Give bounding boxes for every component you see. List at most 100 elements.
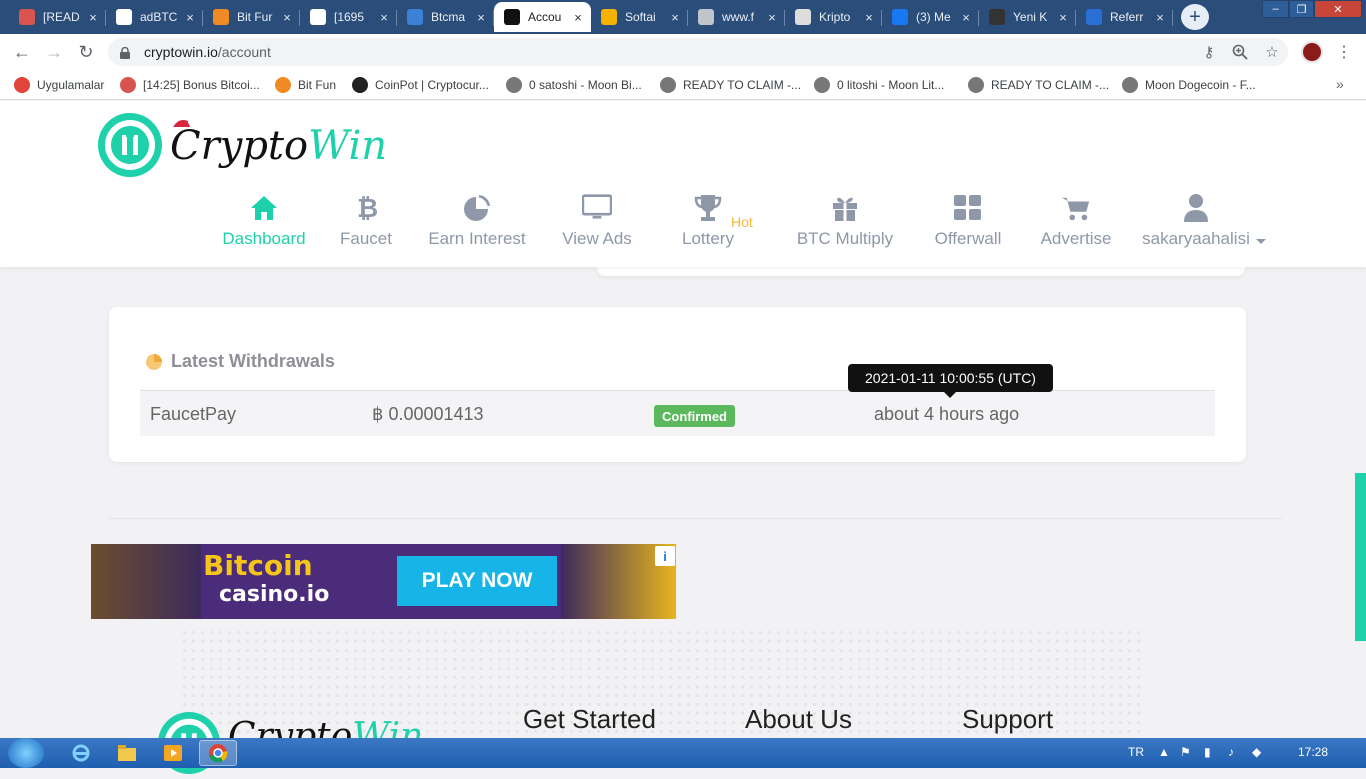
pie-chart-icon <box>145 353 163 371</box>
tab-label: adBTC <box>140 10 178 24</box>
bookmark-item[interactable]: READY TO CLAIM -... <box>660 76 801 94</box>
bookmarks-overflow-icon[interactable]: » <box>1336 76 1344 92</box>
bookmark-label: Moon Dogecoin - F... <box>1145 78 1256 92</box>
ad-logo-line2: casino.io <box>219 582 330 607</box>
facebook-icon <box>892 9 908 25</box>
tab-close-icon[interactable]: × <box>474 10 488 25</box>
browser-menu-icon[interactable]: ⋮ <box>1336 42 1352 62</box>
key-icon[interactable]: ⚷ <box>1198 42 1220 62</box>
nav-item-gift[interactable]: BTC Multiply <box>797 193 893 253</box>
tab-close-icon[interactable]: × <box>571 10 585 25</box>
cryptowin-logo-icon[interactable] <box>98 113 162 177</box>
bookmark-item[interactable]: [14:25] Bonus Bitcoi... <box>120 76 260 94</box>
tab-close-icon[interactable]: × <box>1056 10 1070 25</box>
nav-item-cart[interactable]: Advertise <box>1041 193 1111 253</box>
moon-icon <box>1122 77 1138 93</box>
withdraw-amount: ฿ 0.00001413 <box>372 404 484 425</box>
bookmark-item[interactable]: READY TO CLAIM -... <box>968 76 1109 94</box>
browser-tab-strip: [READ × adBTC × Bit Fur × [1695 × Btcma × Accou × So… <box>0 0 1366 34</box>
tab-close-icon[interactable]: × <box>183 10 197 25</box>
bookmark-item[interactable]: Moon Dogecoin - F... <box>1122 76 1256 94</box>
nav-item-user[interactable]: sakaryaahalisi <box>1142 193 1266 253</box>
security-tray-icon[interactable]: ◆ <box>1252 745 1261 759</box>
tab-close-icon[interactable]: × <box>959 10 973 25</box>
keyboard-language[interactable]: TR <box>1128 745 1144 759</box>
nav-item-grid[interactable]: Offerwall <box>934 193 1002 253</box>
withdrawals-table: FaucetPay ฿ 0.00001413 Confirmed about 4… <box>140 390 1215 436</box>
media-player-icon[interactable] <box>154 740 192 766</box>
nav-item-monitor[interactable]: View Ads <box>562 193 632 253</box>
browser-tab[interactable]: Bit Fur × <box>203 2 300 32</box>
bitcoin-icon: ₿ <box>351 193 381 223</box>
maximize-button[interactable]: ❐ <box>1289 0 1314 18</box>
browser-tab[interactable]: adBTC × <box>106 2 203 32</box>
browser-tab[interactable]: [READ × <box>9 2 106 32</box>
browser-tab[interactable]: (3) Me × <box>882 2 979 32</box>
tab-label: [1695 <box>334 10 365 24</box>
browser-tab[interactable]: Yeni K × <box>979 2 1076 32</box>
withdraw-time[interactable]: about 4 hours ago <box>874 404 1019 425</box>
home-icon <box>249 193 279 223</box>
footer-heading-support: Support <box>962 704 1054 734</box>
network-signal-icon[interactable]: ▮ <box>1204 745 1211 759</box>
bookmark-item[interactable]: 0 litoshi - Moon Lit... <box>814 76 944 94</box>
x-logo-icon <box>120 77 136 93</box>
star-bookmark-icon[interactable]: ☆ <box>1261 42 1283 62</box>
ad-play-now-button[interactable]: PLAY NOW <box>397 556 557 606</box>
hot-badge: Hot <box>731 214 753 230</box>
scrollbar-thumb[interactable] <box>1355 473 1366 641</box>
browser-tab[interactable]: www.f × <box>688 2 785 32</box>
nav-label: BTC Multiply <box>796 229 894 248</box>
tab-close-icon[interactable]: × <box>86 10 100 25</box>
browser-tab[interactable]: Kripto × <box>785 2 882 32</box>
nav-label: Earn Interest <box>428 229 526 248</box>
tab-close-icon[interactable]: × <box>1153 10 1167 25</box>
bookmark-label: READY TO CLAIM -... <box>991 78 1110 92</box>
back-arrow-icon[interactable]: ← <box>10 40 34 64</box>
tab-close-icon[interactable]: × <box>862 10 876 25</box>
taskbar-clock[interactable]: 17:28 <box>1298 745 1328 759</box>
tab-close-icon[interactable]: × <box>377 10 391 25</box>
bookmark-item[interactable]: CoinPot | Cryptocur... <box>352 76 489 94</box>
nav-item-home[interactable]: Dashboard <box>222 193 306 253</box>
action-center-flag-icon[interactable]: ⚑ <box>1180 745 1191 759</box>
nav-label: Offerwall <box>934 229 1002 248</box>
browser-tab[interactable]: Softai × <box>591 2 688 32</box>
bookmark-item[interactable]: 0 satoshi - Moon Bi... <box>506 76 642 94</box>
bookmark-item[interactable]: Uygulamalar <box>14 76 104 94</box>
profile-avatar[interactable] <box>1301 41 1323 63</box>
nav-item-pie-chart[interactable]: Earn Interest <box>428 193 526 253</box>
nav-item-trophy[interactable]: Lottery <box>682 193 734 253</box>
browser-toolbar: ← → ↻ cryptowin.io/account ⚷ ☆ ⋮ <box>0 34 1366 70</box>
nav-item-bitcoin[interactable]: ₿ Faucet <box>340 193 392 253</box>
new-tab-button[interactable]: + <box>1181 4 1209 30</box>
internet-explorer-icon[interactable] <box>62 740 100 766</box>
ad-info-icon[interactable]: i <box>655 546 675 566</box>
address-bar[interactable]: cryptowin.io/account ⚷ ☆ <box>108 38 1288 66</box>
windows-start-button[interactable] <box>8 738 44 768</box>
file-explorer-icon[interactable] <box>108 740 146 766</box>
dropdown-caret-icon[interactable] <box>1255 239 1266 244</box>
status-badge: Confirmed <box>654 405 735 427</box>
close-window-button[interactable]: ✕ <box>1314 0 1362 18</box>
bookmark-item[interactable]: Bit Fun <box>275 76 336 94</box>
url-host: cryptowin.io <box>144 44 218 60</box>
zoom-icon[interactable] <box>1229 42 1251 62</box>
tab-close-icon[interactable]: × <box>765 10 779 25</box>
browser-tab[interactable]: Referr × <box>1076 2 1173 32</box>
browser-tab[interactable]: [1695 × <box>300 2 397 32</box>
tab-close-icon[interactable]: × <box>668 10 682 25</box>
forward-arrow-icon[interactable]: → <box>42 40 66 64</box>
ad-banner[interactable]: Bitcoin casino.io PLAY NOW <box>91 544 676 619</box>
reload-icon[interactable]: ↻ <box>74 40 98 64</box>
volume-icon[interactable]: ♪ <box>1228 745 1234 759</box>
site-logo-text[interactable]: CryptoWin <box>170 123 387 169</box>
browser-tab[interactable]: Accou × <box>494 2 591 32</box>
tray-expand-icon[interactable]: ▲ <box>1158 745 1170 759</box>
latest-withdrawals-card: Latest Withdrawals FaucetPay ฿ 0.0000141… <box>109 307 1246 462</box>
nav-label: sakaryaahalisi <box>1142 229 1250 248</box>
tab-close-icon[interactable]: × <box>280 10 294 25</box>
minimize-button[interactable]: – <box>1262 0 1289 18</box>
browser-tab[interactable]: Btcma × <box>397 2 494 32</box>
chrome-taskbar-icon[interactable] <box>199 740 237 766</box>
